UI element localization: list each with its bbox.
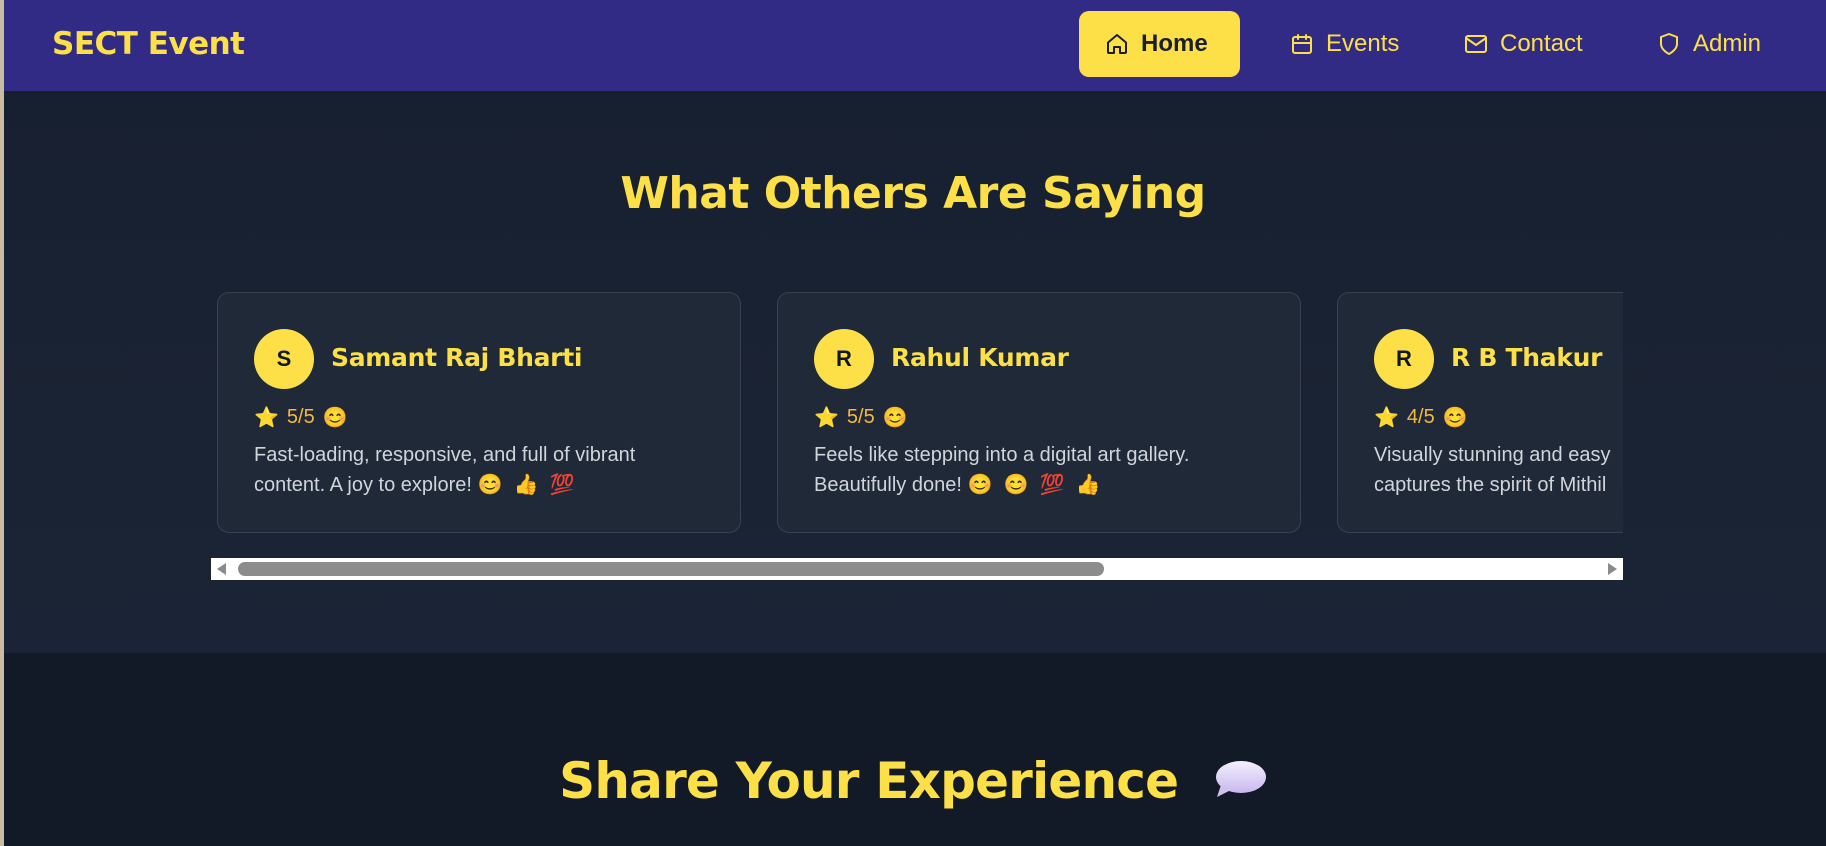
shield-icon — [1660, 33, 1678, 55]
thumbs-up-emoji-icon: 👍 — [513, 474, 539, 496]
nav-events-link[interactable]: Events — [1264, 11, 1425, 77]
smile-emoji-icon: 😊 — [477, 474, 503, 496]
review-text: Feels like stepping into a digital art g… — [814, 440, 1274, 500]
reviewer-name: R B Thakur — [1451, 343, 1603, 372]
share-title: Share Your Experience — [0, 752, 1826, 810]
reviewer-name: Samant Raj Bharti — [331, 343, 583, 372]
scroll-left-arrow-icon[interactable] — [217, 563, 226, 575]
star-icon: ⭐ — [814, 407, 839, 429]
rating: ⭐ 5/5 😊 — [254, 405, 348, 430]
rating: ⭐ 5/5 😊 — [814, 405, 908, 430]
testimonial-card: R Rahul Kumar ⭐ 5/5 😊 Feels like steppin… — [777, 292, 1301, 533]
smile-emoji-icon: 😊 — [882, 407, 908, 429]
review-line-2: captures the spirit of Mithil — [1374, 474, 1607, 496]
thumbs-up-emoji-icon: 👍 — [1075, 474, 1101, 496]
nav-events-label: Events — [1326, 30, 1400, 57]
smile-emoji-icon: 😊 — [1003, 474, 1029, 496]
share-section — [4, 653, 1826, 846]
nav-home-label: Home — [1141, 30, 1208, 57]
review-line-1: Feels like stepping into a digital art g… — [814, 444, 1190, 466]
reviewer-name: Rahul Kumar — [891, 343, 1069, 372]
nav-admin-label: Admin — [1693, 30, 1762, 57]
star-icon: ⭐ — [1374, 407, 1399, 429]
scrollbar-thumb[interactable] — [238, 562, 1104, 576]
navbar: SECT Event Home Events Contact Admin — [4, 0, 1826, 92]
hundred-emoji-icon: 💯 — [1039, 474, 1065, 496]
rating-value: 4/5 — [1406, 406, 1435, 428]
smile-emoji-icon: 😊 — [967, 474, 993, 496]
nav-admin-link[interactable]: Admin — [1631, 11, 1787, 77]
nav-contact-link[interactable]: Contact — [1438, 11, 1609, 77]
review-line-1: Fast-loading, responsive, and full of vi… — [254, 444, 636, 466]
rating-value: 5/5 — [846, 406, 875, 428]
calendar-icon — [1292, 34, 1312, 54]
hundred-emoji-icon: 💯 — [549, 474, 575, 496]
review-text: Fast-loading, responsive, and full of vi… — [254, 440, 714, 500]
rating: ⭐ 4/5 😊 — [1374, 405, 1468, 430]
review-text: Visually stunning and easy captures the … — [1374, 440, 1623, 500]
mail-icon — [1465, 35, 1487, 53]
nav-home-button[interactable]: Home — [1079, 11, 1240, 77]
avatar: S — [254, 329, 314, 389]
nav-contact-label: Contact — [1500, 30, 1583, 57]
testimonial-card: R R B Thakur ⭐ 4/5 😊 Visually stunning a… — [1337, 292, 1623, 533]
review-line-1: Visually stunning and easy — [1374, 444, 1611, 466]
review-line-2: Beautifully done! 😊 😊 💯 👍 — [814, 474, 1101, 496]
carousel-scrollbar[interactable] — [211, 558, 1623, 580]
testimonial-card: S Samant Raj Bharti ⭐ 5/5 😊 Fast-loading… — [217, 292, 741, 533]
star-icon: ⭐ — [254, 407, 279, 429]
scroll-right-arrow-icon[interactable] — [1608, 563, 1617, 575]
testimonials-title: What Others Are Saying — [620, 168, 1206, 219]
share-title-text: Share Your Experience — [559, 752, 1179, 810]
smile-emoji-icon: 😊 — [322, 407, 348, 429]
smile-emoji-icon: 😊 — [1442, 407, 1468, 429]
avatar: R — [814, 329, 874, 389]
rating-value: 5/5 — [286, 406, 315, 428]
testimonials-carousel[interactable]: S Samant Raj Bharti ⭐ 5/5 😊 Fast-loading… — [211, 290, 1623, 536]
brand-logo[interactable]: SECT Event — [52, 26, 245, 62]
home-icon — [1107, 34, 1127, 54]
review-line-2: content. A joy to explore! 😊 👍 💯 — [254, 474, 575, 496]
speech-bubble-icon — [1215, 760, 1266, 797]
avatar: R — [1374, 329, 1434, 389]
